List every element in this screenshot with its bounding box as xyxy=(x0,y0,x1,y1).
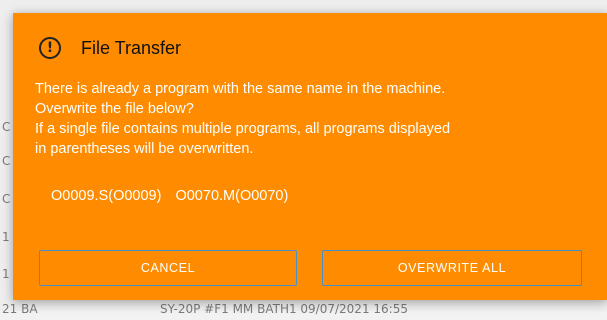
background-row: 21 BA SY-20P #F1 MM BATH1 09/07/2021 16:… xyxy=(0,300,607,320)
message-line: Overwrite the file below? xyxy=(35,101,194,117)
message-line: There is already a program with the same… xyxy=(35,81,446,97)
message-line: in parentheses will be overwritten. xyxy=(35,141,254,157)
file-transfer-dialog: ! File Transfer There is already a progr… xyxy=(13,13,607,300)
dialog-header: ! File Transfer xyxy=(39,34,181,62)
background-row-marker: C xyxy=(2,192,11,206)
dialog-message: There is already a program with the same… xyxy=(35,79,595,159)
cancel-button[interactable]: CANCEL xyxy=(39,250,297,286)
warning-circle-icon: ! xyxy=(39,37,61,59)
background-row-text: SY-20P #F1 MM BATH1 09/07/2021 16:55 xyxy=(160,302,408,316)
file-name: O0009.S(O0009) xyxy=(51,188,162,204)
background-row-marker: C xyxy=(2,120,11,134)
background-row-marker: C xyxy=(2,154,11,168)
file-name: O0070.M(O0070) xyxy=(175,188,289,204)
dialog-title: File Transfer xyxy=(81,37,182,58)
message-line: If a single file contains multiple progr… xyxy=(35,121,451,137)
file-list: O0009.S(O0009) O0070.M(O0070) xyxy=(51,188,288,204)
background-row-marker: 21 BA xyxy=(2,302,38,316)
overwrite-all-button[interactable]: OVERWRITE ALL xyxy=(322,250,582,286)
background-row-marker: 1 xyxy=(2,230,10,244)
background-row-marker: 1 xyxy=(2,267,10,281)
